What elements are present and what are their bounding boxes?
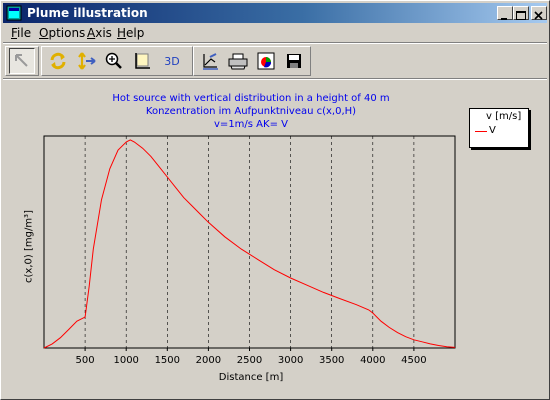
plot-area: 500 1000 1500 2000 2500 3000 3500 4000 4500 <box>43 135 456 366</box>
x-tick-label: 4000 <box>360 355 385 366</box>
plume-window: Plume illustration File Options Axis Hel… <box>0 0 550 400</box>
x-axis-label: Distance [m] <box>218 372 284 383</box>
x-tick-label: 1000 <box>113 355 138 366</box>
x-tick-label: 3000 <box>278 355 303 366</box>
x-tick-label: 3500 <box>319 355 344 366</box>
y-axis-label: c(x,0) [mg/m³] <box>23 210 35 283</box>
x-tick-label: 1500 <box>155 355 180 366</box>
x-tick-label: 2000 <box>196 355 221 366</box>
x-tick-label: 2500 <box>237 355 262 366</box>
x-tick-label: 4500 <box>401 355 426 366</box>
x-tick-label: 500 <box>76 355 95 366</box>
